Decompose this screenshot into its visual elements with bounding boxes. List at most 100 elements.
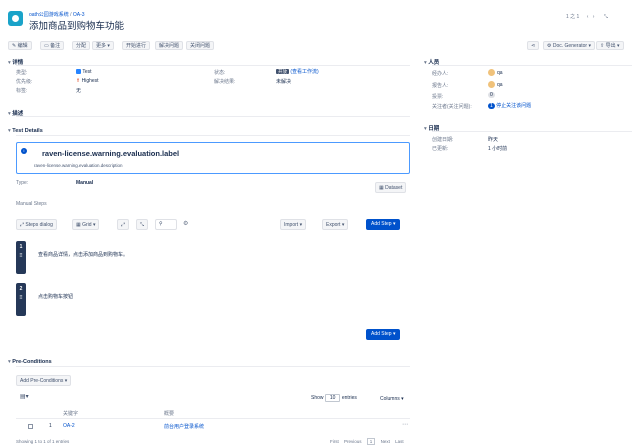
created-label: 创建日期: [432,137,454,143]
table-row: 1 OA-2 前台用户登录系统 ⋯ [16,421,410,433]
show-label: Show [311,395,324,401]
comment-icon: ▭ [44,43,49,49]
export-steps-button[interactable]: Export ▾ [322,219,349,230]
step-2-drag-icon[interactable]: ⠿ [16,295,26,301]
warning-description: raven-license.warning.evaluation.descrip… [34,163,123,168]
row-actions-icon[interactable]: ⋯ [402,421,408,428]
share-button[interactable]: ⋖ [527,41,540,50]
assign-button[interactable]: 分配 [72,41,91,50]
first-page-button[interactable]: First [330,439,339,444]
steps-dialog-button[interactable]: ⤢ Steps dialog [16,219,57,230]
breadcrumb: oath公园游戏系统 / OA-3 [29,11,85,18]
doc-generator-button[interactable]: ⚙ Doc. Generator ▾ [543,41,595,50]
columns-button[interactable]: Columns ▾ [380,396,404,402]
step-1-action[interactable]: 查看商品详情，点击添加商品到购物车。 [38,251,128,258]
row-summary-link[interactable]: 前台用户登录系统 [164,423,204,430]
resolve-issue-button[interactable]: 解决问题 [155,41,184,50]
reporter-label: 报告人: [432,83,449,89]
more-button[interactable]: 更多 ▾ [92,41,114,50]
people-divider [432,65,632,66]
steps-search-input[interactable]: ⚲ [155,219,177,230]
column-header-key[interactable]: 关键字 [63,410,78,417]
view-workflow-link[interactable]: (查看工作流) [290,69,318,75]
edit-button[interactable]: ✎ 编辑 [8,41,32,50]
watchers-count[interactable]: 1 [488,103,495,109]
test-type-icon [76,69,81,75]
chevron-down-icon: ▾ [8,359,11,365]
row-index: 1 [49,423,52,429]
last-page-button[interactable]: Last [395,439,404,444]
page-length-control: Show 10 entries [311,394,357,402]
settings-icon[interactable]: ⚙ [183,220,188,227]
watchers-value: 1 停止关注该问题 [488,102,531,109]
expand-all-button[interactable]: ⤢ [117,219,130,230]
entries-label: entries [341,395,357,401]
tags-label: 标签: [16,88,28,94]
step-1-badge[interactable]: 1 ⠿ [16,241,26,274]
step-1-drag-icon[interactable]: ⠿ [16,253,26,259]
current-page-button[interactable]: 1 [366,438,376,445]
watchers-label: 关注者(关注问题): [432,104,472,110]
step-2-badge[interactable]: 2 ⠿ [16,283,26,316]
votes-count[interactable]: 0 [488,92,495,98]
resolution-label: 解决结果: [214,79,236,85]
previous-page-button[interactable]: Previous [344,439,362,444]
reporter-value[interactable]: qa [488,81,503,88]
project-avatar[interactable] [8,11,23,26]
collapse-icon[interactable]: ⤡ [604,14,608,20]
collapse-arrows-icon: ⤡ [140,222,145,228]
gear-icon: ⚙ [547,43,552,49]
step-2-action[interactable]: 点击购物车按钮 [38,293,73,300]
status-value: 开放 (查看工作流) [276,68,319,75]
votes-label: 投票: [432,94,444,100]
chevron-down-icon: ▾ [424,60,427,66]
add-preconditions-button[interactable]: Add Pre-Conditions ▾ [16,375,72,386]
dataset-button[interactable]: ▦ Dataset [375,182,407,193]
stop-watching-link[interactable]: 停止关注该问题 [496,103,531,109]
table-options-icon[interactable]: ▤▾ [20,393,29,400]
test-type-value: Manual [76,180,94,186]
step-1-number: 1 [19,244,23,250]
test-details-section-title[interactable]: ▾ Test Details [8,128,43,134]
grid-button[interactable]: ▦ Grid ▾ [72,219,100,230]
assignee-label: 经办人: [432,71,449,77]
add-step-button-bottom[interactable]: Add Step ▾ [366,329,401,340]
column-header-summary[interactable]: 概要 [164,410,174,417]
add-step-button-top[interactable]: Add Step ▾ [366,219,401,230]
row-checkbox[interactable] [28,424,33,429]
assignee-value[interactable]: qa [488,69,503,76]
import-button[interactable]: Import ▾ [280,219,307,230]
expand-icon: ⤢ [20,222,25,228]
priority-value: ⇑ Highest [76,78,99,84]
license-warning-box: i raven-license.warning.evaluation.label… [16,142,410,174]
created-value: 昨天 [488,137,499,143]
warning-title: raven-license.warning.evaluation.label [42,149,180,158]
page-length-select[interactable]: 10 [324,394,341,402]
page-title: 添加商品到购物车功能 [29,21,125,32]
start-progress-button[interactable]: 开始进行 [122,41,151,50]
pager: 1 之 1 ‹ › ⤡ [566,13,608,20]
resolution-value: 未解决 [276,79,292,85]
export-icon: ⇪ [600,43,605,49]
step-2-number: 2 [19,286,23,292]
row-key-link[interactable]: OA-2 [63,423,75,429]
type-value: Test [76,69,91,75]
priority-highest-icon: ⇑ [76,78,81,84]
close-issue-button[interactable]: 关闭问题 [186,41,215,50]
chevron-down-icon: ▾ [107,43,110,49]
table-info: Showing 1 to 1 of 1 entries [16,439,70,444]
info-icon: i [21,148,27,154]
project-avatar-icon [12,15,19,22]
comment-button[interactable]: ▭ 备注 [40,41,65,50]
prev-issue-icon[interactable]: ‹ [587,14,589,20]
collapse-all-button[interactable]: ⤡ [136,219,149,230]
preconditions-section-title[interactable]: ▾ Pre-Conditions [8,359,52,365]
manual-steps-title: Manual Steps [16,201,47,207]
export-button[interactable]: ⇪ 导出 ▾ [596,41,624,50]
search-icon: ⚲ [159,221,163,227]
updated-label: 已更新: [432,146,449,152]
test-details-divider [16,135,410,136]
next-issue-icon[interactable]: › [593,14,595,20]
table-icon: ▦ [379,185,384,191]
next-page-button[interactable]: Next [381,439,390,444]
